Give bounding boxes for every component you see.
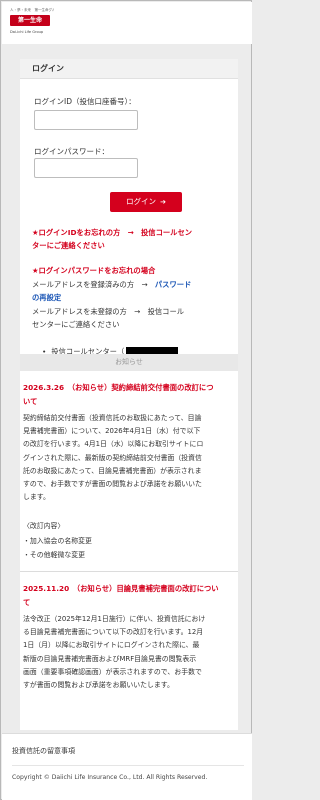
notice-body-1-line: の改訂を行います。4月1日（水）以降にお取引サイトにロ xyxy=(23,440,204,449)
logo-tagline: 人・夢・未来 第一生命グループ xyxy=(10,8,54,12)
forgot-id-line2: ターにご連絡ください xyxy=(32,241,105,250)
company-logo[interactable]: 人・夢・未来 第一生命グループ 第一生命 Dai-ichi Life Group xyxy=(8,7,56,39)
notice-body-2: 法令改正（2025年12月1日施行）に伴い、投資信託におけ る目論見書補完書面に… xyxy=(23,613,235,692)
notice-title-1[interactable]: 2026.3.26 （お知らせ）契約締結前交付書面の改訂につ いて xyxy=(23,381,235,408)
investment-notes-link[interactable]: 投資信託の留意事項 xyxy=(12,746,75,756)
password-label: ログインパスワード： xyxy=(34,147,109,156)
password-input[interactable] xyxy=(34,158,138,178)
notice-card-title: お知らせ xyxy=(20,354,238,371)
email-unregistered-line2: センターにご連絡ください xyxy=(32,320,120,329)
logo-badge: 第一生命 xyxy=(10,15,50,26)
notice-body-1-line: します。 xyxy=(23,493,50,502)
copyright-text: Copyright © Daiichi Life Insurance Co., … xyxy=(12,774,208,781)
notice-title-2-line1: 2025.11.20 （お知らせ）目論見書補完書面の改訂につい xyxy=(23,584,219,593)
login-button[interactable]: ログイン ➔ xyxy=(110,192,182,212)
notice-body-1-line: 契約締結前交付書面（投資信託のお取扱にあたって、目論 xyxy=(23,414,202,422)
email-registered-line: メールアドレスを登録済みの方 → パスワードの再設定 xyxy=(32,278,232,304)
email-registered-text: メールアドレスを登録済みの方 → xyxy=(32,280,155,289)
login-card-title: ログイン xyxy=(20,59,238,79)
notice-title-2-line2: て xyxy=(23,597,31,607)
login-button-label: ログイン xyxy=(126,197,157,206)
logo-subtitle: Dai-ichi Life Group xyxy=(10,30,44,34)
password-reset-link-cont[interactable]: の再設定 xyxy=(32,293,61,302)
notice-body-2-line: る目論見書補完書面について以下の改訂を行います。12月 xyxy=(23,628,204,637)
notice-title-2[interactable]: 2025.11.20 （お知らせ）目論見書補完書面の改訂につい て xyxy=(23,582,235,609)
site-footer: 投資信託の留意事項 Copyright © Daiichi Life Insur… xyxy=(2,733,252,800)
notice-title-1-line2: いて xyxy=(23,396,38,406)
login-card: ログイン ログインID（投信口座番号）： ログインパスワード： ログイン ➔ ★ロ… xyxy=(20,59,238,389)
email-unregistered-line1: メールアドレスを未登録の方 → 投信コール xyxy=(32,307,185,316)
forgot-id-link[interactable]: ★ログインIDをお忘れの方 → 投信コールセン ターにご連絡ください xyxy=(32,226,232,252)
revision-item: ・加入協会の名称変更 xyxy=(23,537,92,545)
notice-body-1-line: すので、お手数ですが書面の閲覧および承諾をお願いいた xyxy=(23,480,202,489)
site-header: 人・夢・未来 第一生命グループ 第一生命 Dai-ichi Life Group xyxy=(2,2,252,44)
forgot-id-line1: ★ログインIDをお忘れの方 → 投信コールセン xyxy=(32,228,193,237)
notice-body-2-line: 法令改正（2025年12月1日施行）に伴い、投資信託におけ xyxy=(23,615,206,623)
notice-body-2-line: すが書面の閲覧および承諾をお願いいたします。 xyxy=(23,681,174,690)
revision-item: ・その他軽微な変更 xyxy=(23,551,86,559)
notice-body-1-line: グインされた際に、最新版の契約締結前交付書面（投資信 xyxy=(23,453,202,462)
notice-card: お知らせ 2026.3.26 （お知らせ）契約締結前交付書面の改訂につ いて 契… xyxy=(20,354,238,730)
revision-heading: 〈改訂内容〉 xyxy=(23,522,65,530)
notice-divider xyxy=(20,571,238,572)
page-frame: 人・夢・未来 第一生命グループ 第一生命 Dai-ichi Life Group… xyxy=(0,0,252,800)
notice-body-2-line: 画面（重要事項確認画面）が表示されますので、お手数で xyxy=(23,667,202,676)
footer-divider xyxy=(12,765,244,766)
notice-body-1-line: 見書補完書面）について、2026年4月1日（水）付で以下 xyxy=(23,427,201,436)
email-unregistered-line: メールアドレスを未登録の方 → 投信コール センターにご連絡ください xyxy=(32,305,232,331)
password-reset-link[interactable]: パスワード xyxy=(155,280,191,289)
login-id-input[interactable] xyxy=(34,110,138,130)
login-id-label: ログインID（投信口座番号）： xyxy=(34,97,136,106)
notice-title-1-line1: 2026.3.26 （お知らせ）契約締結前交付書面の改訂につ xyxy=(23,383,214,392)
forgot-password-heading: ★ログインパスワードをお忘れの場合 xyxy=(32,266,156,275)
sign-in-icon: ➔ xyxy=(160,198,166,206)
notice-body-2-line: 1日（月）以降にお取引サイトにログインされた際に、最 xyxy=(23,641,200,650)
notice-body-2-line: 新版の目論見書補完書面およびMRF目論見書の閲覧表示 xyxy=(23,654,197,663)
notice-body-1: 契約締結前交付書面（投資信託のお取扱にあたって、目論 見書補完書面）について、2… xyxy=(23,412,235,504)
notice-body-1-line: 託のお取扱にあたって、目論見書補完書面）が表示されま xyxy=(23,466,202,475)
